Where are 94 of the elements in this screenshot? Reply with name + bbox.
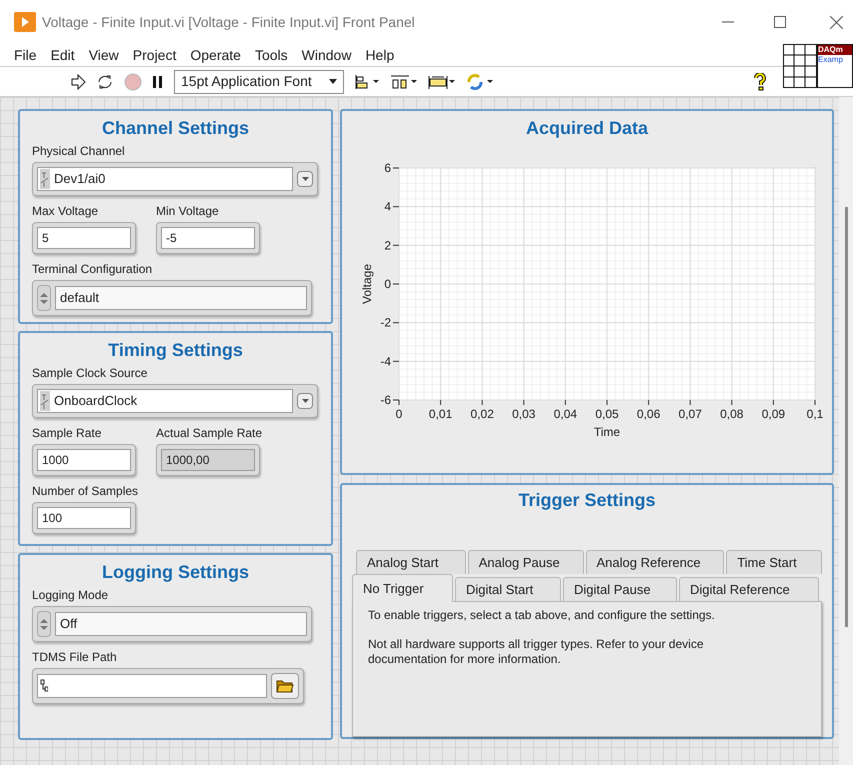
control-label: Physical Channel (32, 143, 126, 160)
x-tick-label: 0 (396, 407, 402, 421)
y-tick-label: -4 (380, 354, 391, 368)
panel-title: Acquired Data (526, 117, 648, 140)
menu-item[interactable]: Edit (50, 44, 75, 66)
menu-item[interactable]: Project (132, 44, 176, 66)
app-icon (14, 12, 36, 32)
connector-pane-icon (783, 44, 817, 88)
dropdown-button[interactable] (297, 393, 313, 409)
scrollbar-thumb[interactable] (844, 207, 848, 627)
caret-icon (329, 79, 337, 84)
control-label: Terminal Configuration (32, 261, 154, 278)
panel-title: Channel Settings (102, 117, 249, 140)
up-arrow-icon (40, 618, 48, 624)
control-label: Min Voltage (156, 203, 220, 220)
ring-field[interactable]: Dev1/ai0 (37, 167, 293, 191)
enum-field[interactable]: Off (55, 612, 307, 636)
caret-icon (302, 177, 308, 181)
tab[interactable]: No Trigger (352, 574, 453, 602)
vi-icon: DAQm Examp (817, 44, 853, 88)
y-tick-label: 4 (384, 200, 391, 214)
menu-item[interactable]: Window (302, 44, 352, 66)
menu-item[interactable]: File (14, 44, 37, 66)
tab[interactable]: Analog Pause (468, 550, 584, 574)
control-label: Max Voltage (32, 203, 100, 220)
align-objects-icon[interactable] (354, 74, 380, 90)
control-label: Sample Clock Source (32, 365, 148, 382)
dropdown-button[interactable] (297, 171, 313, 187)
pause-icon[interactable] (152, 74, 164, 88)
down-arrow-icon (40, 624, 48, 630)
panel-title: Timing Settings (108, 339, 243, 362)
x-tick-label: 0,09 (762, 407, 786, 421)
y-tick-label: -6 (380, 393, 391, 407)
io-icon (40, 169, 50, 189)
numeric-indicator: 1000,00 (161, 449, 255, 471)
io-icon (40, 391, 50, 411)
path-field[interactable] (37, 674, 267, 698)
reorder-icon[interactable] (466, 72, 494, 90)
y-tick-label: 6 (384, 161, 391, 175)
folder-icon (276, 679, 294, 693)
resize-objects-icon[interactable] (428, 74, 456, 90)
info-text: To enable triggers, select a tab above, and configure the settings. (368, 608, 716, 623)
tab[interactable]: Digital Reference (679, 577, 819, 601)
control-label: Number of Samples (32, 483, 138, 500)
tab[interactable]: Time Start (726, 550, 822, 574)
distribute-objects-icon[interactable] (390, 74, 418, 90)
y-axis-title: Voltage (360, 264, 374, 304)
numeric-field[interactable]: 100 (37, 507, 131, 529)
down-arrow-icon (40, 298, 48, 304)
browse-button[interactable] (271, 673, 299, 699)
run-continuously-icon[interactable] (96, 74, 114, 90)
tab[interactable]: Digital Start (455, 577, 561, 601)
run-arrow-icon[interactable] (70, 74, 86, 90)
panel-title: Trigger Settings (518, 489, 656, 512)
tab[interactable]: Analog Reference (586, 550, 724, 574)
x-tick-label: 0,07 (678, 407, 702, 421)
control-label: Actual Sample Rate (156, 425, 262, 442)
control-label: Sample Rate (32, 425, 102, 442)
y-tick-label: 2 (384, 238, 391, 252)
ring-field[interactable]: OnboardClock (37, 389, 293, 413)
close-icon[interactable] (830, 16, 843, 28)
menu-item[interactable]: Help (365, 44, 394, 66)
x-tick-label: 0,02 (470, 407, 494, 421)
menu-item[interactable]: Operate (190, 44, 241, 66)
x-tick-label: 0,06 (636, 407, 660, 421)
menu-item[interactable]: View (88, 44, 119, 66)
spinner-control[interactable] (37, 611, 51, 637)
x-tick-label: 0,04 (554, 407, 578, 421)
help-icon[interactable] (753, 72, 767, 90)
font-dropdown[interactable]: 15pt Application Font (174, 70, 344, 94)
enum-field[interactable]: default (55, 286, 307, 310)
up-arrow-icon (40, 292, 48, 298)
x-tick-label: 0,05 (595, 407, 619, 421)
panel-title: Logging Settings (102, 561, 249, 584)
menu-item[interactable]: Tools (254, 44, 288, 66)
numeric-field[interactable]: 5 (37, 227, 131, 249)
x-tick-label: 0,03 (512, 407, 536, 421)
caret-icon (302, 399, 308, 403)
window-title: Voltage - Finite Input.vi [Voltage - Finite Input.vi] Front Panel (42, 12, 415, 32)
control-label: TDMS File Path (32, 649, 118, 666)
x-tick-label: 0,1 (806, 407, 824, 421)
x-tick-label: 0,08 (720, 407, 744, 421)
maximize-icon[interactable] (774, 16, 786, 28)
numeric-field[interactable]: -5 (161, 227, 255, 249)
tab[interactable]: Analog Start (356, 550, 466, 574)
spinner-control[interactable] (37, 285, 51, 311)
tab[interactable]: Digital Pause (563, 577, 677, 601)
y-tick-label: 0 (384, 277, 391, 291)
info-text: Not all hardware supports all trigger types. Refer to your device documentation for more information. (368, 637, 704, 667)
y-tick-label: -2 (380, 316, 391, 330)
x-tick-label: 0,01 (428, 407, 452, 421)
numeric-field[interactable]: 1000 (37, 449, 131, 471)
control-label: Logging Mode (32, 587, 110, 604)
x-axis-title: Time (594, 425, 620, 439)
